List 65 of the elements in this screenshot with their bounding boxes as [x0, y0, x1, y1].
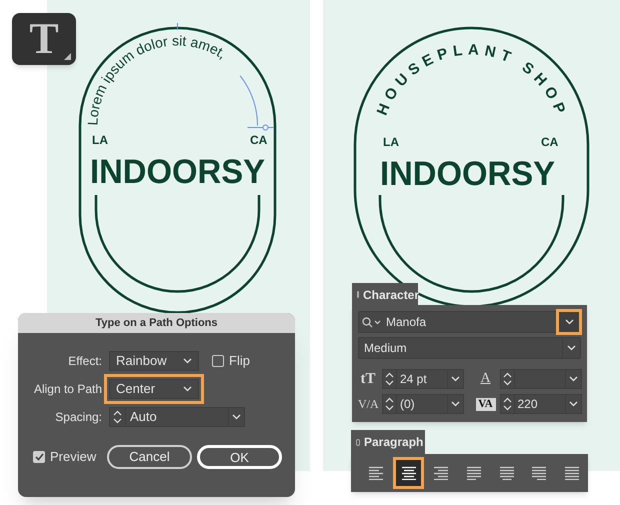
chevron-down-icon	[451, 401, 460, 407]
text-lines-icon	[532, 466, 546, 480]
panel-title: Character	[363, 286, 420, 304]
dialog-title: Type on a Path Options	[95, 316, 218, 331]
kerning-icon: V/A	[358, 398, 378, 410]
chevron-down-icon	[567, 345, 576, 351]
corner-triangle-icon	[64, 53, 71, 60]
text-lines-icon	[467, 466, 482, 480]
brand-wordmark: INDOORSY	[380, 155, 562, 193]
text-lines-icon	[500, 466, 514, 480]
input-field[interactable]: 24 pt	[397, 370, 447, 388]
grip-icon	[356, 438, 360, 446]
checkbox[interactable]	[212, 355, 224, 367]
location-label: LA	[92, 133, 108, 147]
text-lines-icon	[434, 466, 448, 480]
stepper-arrows[interactable]	[500, 395, 514, 413]
text-lines-icon	[368, 466, 383, 480]
brand-wordmark: INDOORSY	[90, 153, 272, 191]
input-field[interactable]: (0)	[397, 395, 447, 413]
spin-box[interactable]: 24 pt	[382, 369, 464, 389]
dropdown-button[interactable]	[556, 309, 582, 335]
text-lines-icon	[565, 466, 580, 480]
dropdown-button[interactable]	[564, 395, 580, 413]
up-down-arrows-icon	[502, 397, 512, 411]
chevron-down-icon	[568, 376, 578, 382]
dialog-button[interactable]: OK	[197, 445, 282, 469]
chevron-down-icon	[183, 386, 192, 392]
chevron-down-icon	[568, 401, 578, 407]
text-lines-icon	[402, 466, 416, 480]
field-label: Align to Path	[32, 381, 102, 398]
up-down-arrows-icon	[385, 397, 394, 411]
dropdown-button[interactable]	[564, 370, 580, 388]
tracking-icon: VA	[476, 398, 496, 410]
dropdown[interactable]: Rainbow	[109, 351, 199, 371]
location-label: CA	[250, 133, 268, 147]
stepper-arrows[interactable]	[383, 395, 397, 413]
field-label: Spacing:	[54, 409, 102, 426]
font-family-dropdown[interactable]: Manofa	[358, 311, 581, 333]
stepper-arrows[interactable]	[383, 370, 397, 388]
alignment-button[interactable]	[392, 457, 424, 489]
panel-tab[interactable]: Paragraph	[351, 430, 425, 454]
font-style-dropdown[interactable]: Medium	[358, 337, 581, 359]
checkbox[interactable]	[33, 451, 45, 463]
search-icon	[362, 316, 382, 328]
stepper-arrows[interactable]	[500, 370, 514, 388]
chevron-down-icon	[451, 376, 460, 382]
checkbox-label: Preview	[50, 448, 96, 466]
field-label: Effect:	[67, 353, 102, 370]
panel-title: Paragraph	[364, 434, 424, 451]
type-tool-button[interactable]: T	[12, 13, 76, 65]
checkbox-label: Flip	[229, 352, 250, 370]
dropdown[interactable]: Center	[109, 379, 199, 399]
up-down-arrows-icon	[385, 372, 394, 386]
spin-box[interactable]: 220	[500, 394, 582, 414]
up-down-arrows-icon	[502, 372, 512, 386]
chevron-down-icon	[564, 319, 574, 325]
location-label: LA	[383, 135, 399, 149]
input-field[interactable]: 220	[514, 395, 564, 413]
leading-icon: A	[476, 372, 496, 386]
location-label: CA	[541, 135, 558, 149]
spin-box[interactable]: (0)	[382, 394, 464, 414]
chevron-down-icon	[183, 358, 192, 364]
font-size-icon: tT	[358, 372, 378, 386]
dialog-button[interactable]: Cancel	[107, 445, 192, 469]
panel-tab[interactable]: Character	[352, 283, 418, 306]
